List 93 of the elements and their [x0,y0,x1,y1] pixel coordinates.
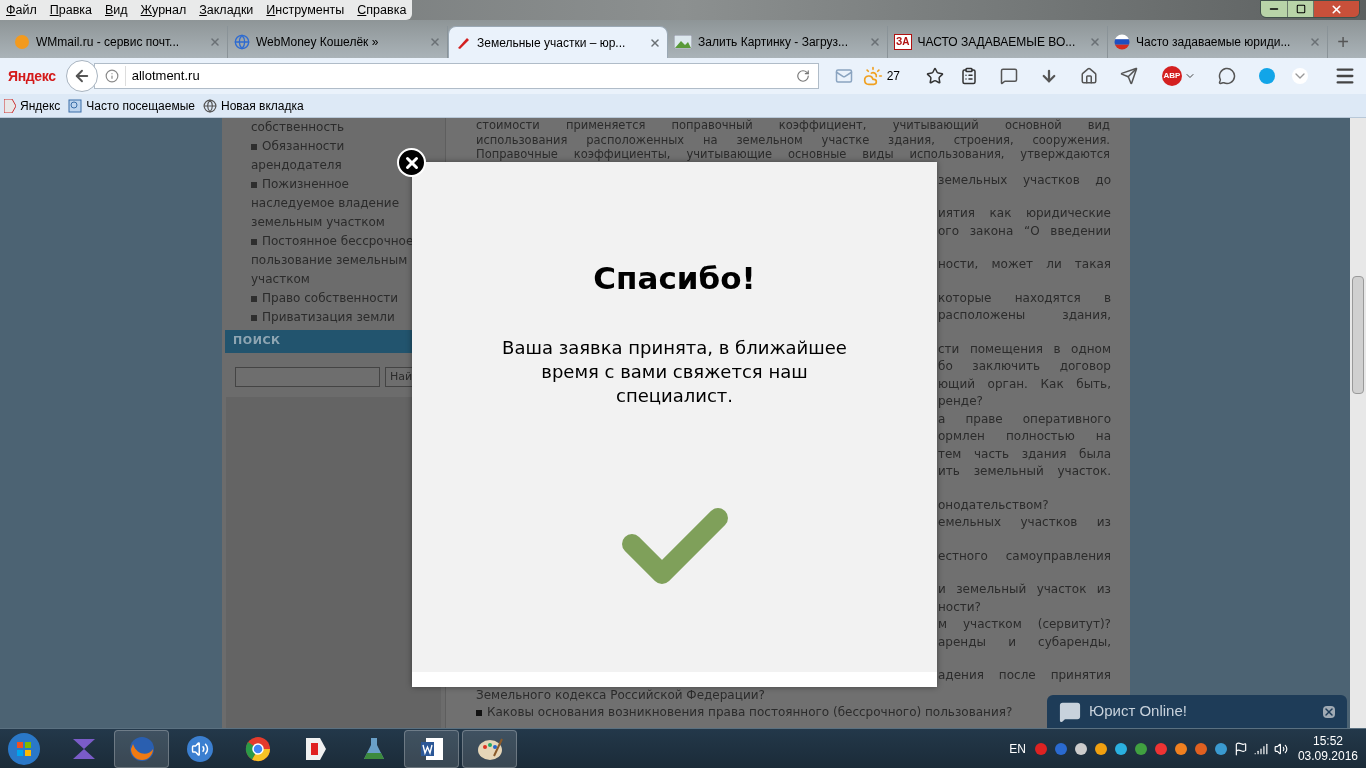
article-text-line: бо заключить договор [938,358,1111,375]
tab-badge: ЗА [894,34,912,50]
checkmark-icon [621,505,728,586]
language-indicator[interactable]: EN [1009,739,1026,758]
temperature-text: 27 [886,68,900,85]
taskbar-button[interactable] [462,729,517,768]
more-caret-icon[interactable] [1292,68,1308,84]
home-icon[interactable] [1080,67,1098,85]
menu-item[interactable]: Журнал [140,0,187,20]
article-text-line: ить земельный участок. [938,463,1111,480]
reload-icon[interactable] [795,69,810,83]
start-orb-icon [7,731,41,766]
address-field[interactable]: allotment.ru [93,63,819,89]
info-icon[interactable] [104,69,119,83]
close-icon[interactable] [1323,705,1335,718]
adblock-button[interactable]: ABP [1162,66,1182,86]
volume-icon[interactable] [1273,741,1288,756]
article-text-line: использования расположенных на земельном участке здания, строения, сооружения. [476,132,1110,147]
clock[interactable]: 15:52 03.09.2016 [1297,733,1358,764]
menu-icon[interactable] [1334,65,1356,87]
round-logo-icon [14,34,30,50]
minimize-button[interactable] [1261,1,1287,17]
menu-item[interactable]: Файл [6,0,37,20]
tray-icon[interactable] [1073,741,1088,756]
article-text-line: ого закона “О введении [938,222,1111,240]
article-text-line: м участком (сервитут)? [938,616,1111,633]
article-text-line: ности, может ли такая [938,256,1111,273]
bookmark-item[interactable]: Яндекс [4,96,61,115]
search-field[interactable] [235,367,380,387]
maximize-icon [1295,4,1306,14]
menu-item[interactable]: Справка [357,0,407,20]
article-text-line: онодательством? [938,496,1050,514]
menu-item[interactable]: Правка [49,0,92,20]
close-tab-icon[interactable] [649,36,661,49]
fox-globe-icon [128,735,155,762]
scrollbar[interactable] [1350,118,1366,728]
article-text-line: земельных участков до [938,171,1111,189]
tray-icon[interactable] [1133,741,1148,756]
colored-circle-icon [244,735,271,762]
back-button[interactable] [65,60,98,92]
taskbar-button[interactable] [404,729,459,768]
document-icon [418,735,445,762]
tray-icon[interactable] [1093,741,1108,756]
bookmark-star-icon[interactable] [926,67,944,85]
article-text-line: Поправочные коэффициенты, учитывающие основные виды использования, утверждаются [476,147,1110,162]
article-text-line: тем часть здания была [938,445,1111,463]
tray-icon[interactable] [1193,741,1208,756]
article-text-line: ренде? [938,393,984,410]
tag-icon [4,98,16,113]
globe-icon [203,98,217,113]
article-text-line: расположены здания, [938,307,1111,324]
bookmark-item[interactable]: Новая вкладка [203,96,304,115]
flag-icon[interactable] [1233,741,1248,756]
menu-item[interactable]: Инструменты [266,0,345,20]
tray-icon[interactable] [1213,741,1228,756]
menu-item[interactable]: Закладки [199,0,254,20]
image-icon [674,35,692,49]
article-text-line: и земельный участок из [938,581,1111,598]
article-text-line: емельных участков из [938,514,1111,531]
maximize-button[interactable] [1287,1,1313,17]
article-text-line: сти помещения в одном [938,340,1111,358]
chat-bubble-icon[interactable] [1218,67,1236,85]
article-text-line: аренды и субаренды, [938,633,1111,651]
article-text-line: ности? [938,598,982,616]
article-text-line: Земельного кодекса Российской Федерации? [476,686,765,704]
bookmark-item[interactable]: Часто посещаемые [68,96,195,115]
send-icon[interactable] [1120,67,1138,85]
tag-icon [303,735,328,762]
speaker-icon [186,735,213,762]
brand-logo[interactable]: Яндекс [8,65,56,87]
article-text-line: стоимости применяется поправочный коэффициент, учитывающий основной вид [476,118,1110,133]
clipboard-icon[interactable] [960,67,978,85]
article-text-line: адения после принятия [938,667,1111,684]
close-icon [1330,2,1343,16]
modal-title: Спасибо! [593,259,756,298]
chat-toast[interactable]: Юрист Online! [1047,695,1347,728]
menu-item[interactable]: Вид [105,0,128,20]
globe-icon [234,34,250,50]
tray-icon[interactable] [1173,741,1188,756]
flag-circle-icon [1114,34,1130,50]
article-text-line: а праве оперативного [938,410,1111,428]
tray-icon[interactable] [1113,741,1128,756]
browser-tab[interactable]: Земельные участки – юр... [448,26,668,58]
signal-icon[interactable] [1253,741,1268,756]
modal-message: Ваша заявка принята, в ближайшее время с вами свяжется наш специалист. [501,335,848,408]
article-text-line: естного самоуправления [938,547,1111,565]
article-text-line: ормлен полностью на [938,428,1111,445]
article-text-line: ющий орган. Как быть, [938,375,1111,393]
download-icon[interactable] [1040,67,1058,85]
article-text-line: которые находятся в [938,289,1111,307]
chat-icon [1059,700,1081,723]
article-text-line: иятия как юридические [938,205,1111,222]
page-search-icon [68,98,83,113]
